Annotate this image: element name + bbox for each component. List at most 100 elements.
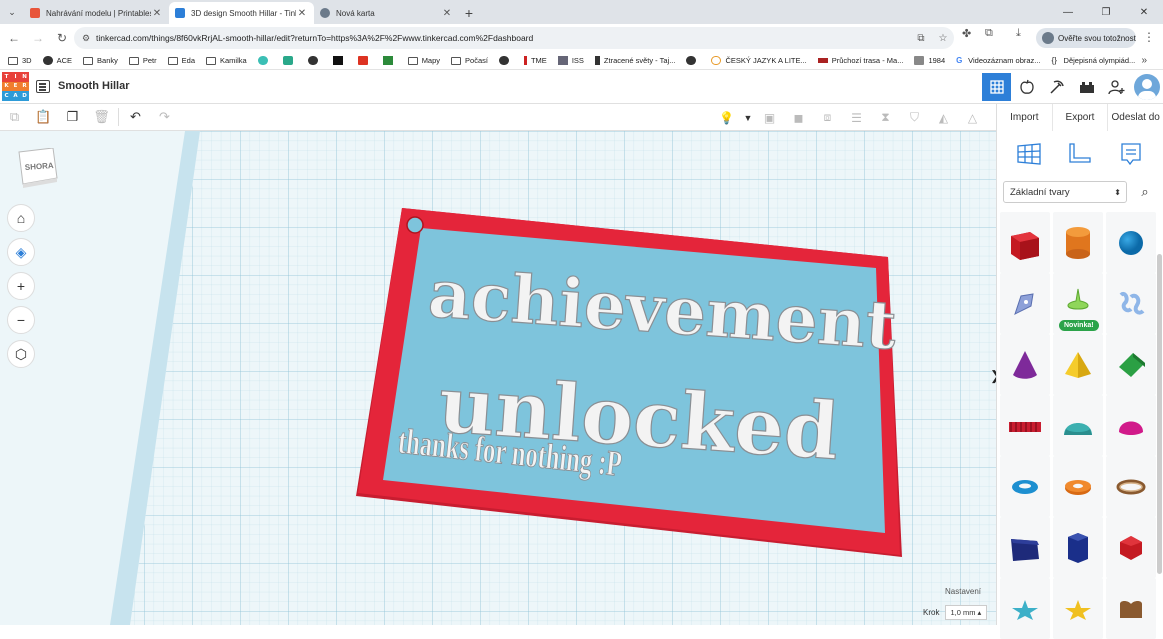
- settings-link[interactable]: Nastavení: [945, 587, 981, 596]
- close-tab-icon[interactable]: ✕: [151, 8, 163, 19]
- group-icon[interactable]: ◼: [784, 111, 813, 125]
- add-collaborator-button[interactable]: [1102, 73, 1131, 101]
- ortho-view-button[interactable]: ⬡: [7, 340, 35, 368]
- duplicate-icon[interactable]: ❐: [58, 104, 87, 131]
- tab-search-icon[interactable]: ⌄: [0, 0, 24, 24]
- ruler-icon[interactable]: △: [958, 111, 987, 125]
- bookmark-icon-only[interactable]: [382, 56, 397, 65]
- heart-brown-shape[interactable]: [1106, 578, 1156, 639]
- search-shapes-icon[interactable]: ⌕: [1133, 181, 1157, 203]
- ring-shape[interactable]: [1106, 456, 1156, 517]
- bookmark-star-icon[interactable]: ☆: [932, 33, 954, 44]
- star-teal-shape[interactable]: [1000, 578, 1050, 639]
- home-view-button[interactable]: ⌂: [7, 204, 35, 232]
- zoom-in-button[interactable]: +: [7, 272, 35, 300]
- download-icon[interactable]: ⤓: [1016, 27, 1021, 40]
- import-button[interactable]: Import: [997, 103, 1053, 131]
- bookmark-item[interactable]: Počasí: [451, 56, 488, 65]
- export-button[interactable]: Export: [1052, 103, 1109, 131]
- maximize-icon[interactable]: ❐: [1087, 0, 1125, 24]
- bookmark-icon-only[interactable]: [498, 56, 513, 65]
- reload-icon[interactable]: ↻: [50, 31, 74, 45]
- notes-tool-icon[interactable]: [1118, 141, 1144, 167]
- site-info-icon[interactable]: ⚙: [82, 33, 96, 44]
- hexagonal-prism-shape[interactable]: [1053, 517, 1103, 578]
- roof-shape[interactable]: [1106, 334, 1156, 395]
- bookmark-item[interactable]: Banky: [83, 56, 118, 65]
- paraboloid-magenta-shape[interactable]: [1106, 395, 1156, 456]
- bookmark-item[interactable]: TME: [523, 56, 547, 65]
- bookmark-item[interactable]: 1984: [914, 56, 945, 65]
- bookmark-item[interactable]: Petr: [128, 56, 157, 65]
- workplane[interactable]: achievement unlocked thanks for nothing …: [0, 131, 996, 625]
- snap-value-select[interactable]: 1,0 mm ▴: [945, 605, 988, 620]
- bookmark-icon-only[interactable]: [332, 56, 347, 65]
- wedge-navy-shape[interactable]: [1000, 517, 1050, 578]
- bookmark-icon-only[interactable]: [307, 56, 322, 65]
- bookmark-icon-only[interactable]: [686, 56, 700, 65]
- copy-icon[interactable]: ⧉: [0, 104, 29, 131]
- close-tab-icon[interactable]: ✕: [441, 8, 453, 19]
- ruler-tool-icon[interactable]: [1067, 141, 1093, 167]
- bookmark-item[interactable]: Mapy: [407, 56, 440, 65]
- new-tab-button[interactable]: +: [459, 2, 479, 24]
- minimize-icon[interactable]: —: [1049, 0, 1087, 24]
- redo-icon[interactable]: ↷: [150, 104, 179, 131]
- undo-icon[interactable]: ↶: [121, 104, 150, 131]
- scribble-shape[interactable]: [1000, 273, 1050, 334]
- bookmarks-overflow-icon[interactable]: »: [1141, 55, 1147, 66]
- identity-button[interactable]: Ověřte svou totožnost: [1036, 28, 1136, 48]
- panel-scrollbar[interactable]: [1157, 254, 1162, 574]
- close-tab-icon[interactable]: ✕: [296, 8, 308, 19]
- bookmark-item[interactable]: Ztracené světy - Taj...: [594, 56, 675, 65]
- bookmark-icon-only[interactable]: [257, 56, 272, 65]
- bookmark-icon-only[interactable]: [357, 56, 372, 65]
- forward-icon[interactable]: →: [26, 31, 50, 45]
- user-avatar[interactable]: [1134, 74, 1160, 100]
- paraboloid-shape[interactable]: Novinka!: [1053, 273, 1103, 334]
- half-sphere-shape[interactable]: [1053, 395, 1103, 456]
- bricks-button[interactable]: [1072, 73, 1101, 101]
- text-block-shape[interactable]: [1000, 395, 1050, 456]
- browser-tab-newtab[interactable]: Nová karta ✕: [314, 2, 459, 24]
- grid-canvas[interactable]: achievement unlocked thanks for nothing …: [0, 131, 996, 625]
- bookmark-item[interactable]: ISS: [557, 56, 584, 65]
- fit-view-button[interactable]: ◈: [7, 238, 35, 266]
- zoom-out-button[interactable]: −: [7, 306, 35, 334]
- sim-lab-button[interactable]: [1012, 73, 1041, 101]
- designs-list-icon[interactable]: [36, 80, 50, 93]
- chevron-down-icon[interactable]: ▼: [741, 113, 755, 123]
- back-icon[interactable]: ←: [2, 31, 26, 45]
- delete-icon[interactable]: 🗑: [87, 104, 116, 131]
- bookmark-item[interactable]: 3D: [8, 56, 32, 65]
- eraser-icon[interactable]: ◭: [929, 111, 958, 125]
- design-title[interactable]: Smooth Hillar: [58, 80, 130, 92]
- align-icon[interactable]: ☰: [842, 111, 871, 125]
- view-cube[interactable]: SHORA: [17, 147, 59, 191]
- bookmark-item[interactable]: Průchozí trasa - Ma...: [817, 56, 903, 65]
- send-to-button[interactable]: Odeslat do: [1108, 103, 1163, 131]
- notes-icon[interactable]: ▣: [755, 111, 784, 125]
- box-shape[interactable]: [1000, 212, 1050, 273]
- star-yellow-shape[interactable]: [1053, 578, 1103, 639]
- bookmark-item[interactable]: Eda: [167, 56, 195, 65]
- close-window-icon[interactable]: ✕: [1125, 0, 1163, 24]
- shape-category-select[interactable]: Základní tvary ⬍: [1003, 181, 1127, 203]
- bookmark-item[interactable]: G Videozáznam obraz...: [956, 56, 1040, 65]
- lightbulb-icon[interactable]: 💡: [712, 111, 741, 125]
- install-app-icon[interactable]: ⧉: [910, 33, 932, 44]
- tinkercad-logo[interactable]: TINKERCAD: [2, 72, 29, 101]
- cone-shape[interactable]: [1000, 334, 1050, 395]
- icosahedron-shape[interactable]: [1106, 517, 1156, 578]
- cruise-icon[interactable]: ⛉: [900, 110, 929, 125]
- sphere-shape[interactable]: [1106, 212, 1156, 273]
- blocks-button[interactable]: [1042, 73, 1071, 101]
- url-field[interactable]: ⚙ tinkercad.com/things/8f60vkRrjAL-smoot…: [74, 27, 954, 49]
- tube-shape[interactable]: [1053, 456, 1103, 517]
- workplane-icon[interactable]: [1016, 141, 1042, 167]
- extension-icon[interactable]: ✤: [962, 27, 971, 40]
- paste-icon[interactable]: 📋: [29, 104, 58, 131]
- ungroup-icon[interactable]: ⧈: [813, 110, 842, 125]
- 3d-design-view-button[interactable]: [982, 73, 1011, 101]
- bookmark-item[interactable]: ACE: [42, 56, 72, 65]
